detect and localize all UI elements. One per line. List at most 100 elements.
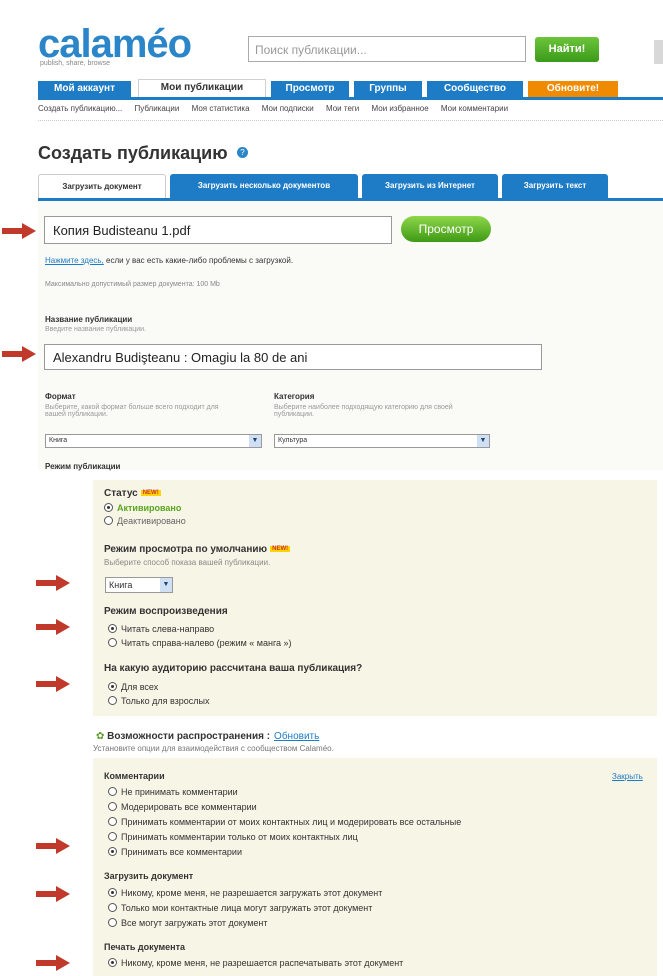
subnav-create[interactable]: Создать публикацию... — [38, 104, 122, 113]
subnav-publications[interactable]: Публикации — [134, 104, 179, 113]
comments-option[interactable]: Не принимать комментарии — [108, 787, 238, 797]
header-right-edge — [654, 40, 663, 64]
subnav-favorites[interactable]: Мои избранное — [372, 104, 429, 113]
tab-my-publications[interactable]: Мои публикации — [138, 79, 266, 97]
category-select[interactable]: Культура ▼ — [274, 434, 490, 448]
chevron-down-icon: ▼ — [477, 435, 489, 447]
playback-ltr[interactable]: Читать слева-направо — [108, 624, 214, 634]
status-label: Статус NEW! — [104, 488, 161, 499]
format-value: Книга — [49, 437, 68, 444]
status-inactive[interactable]: Деактивировано — [104, 516, 186, 526]
help-text: если у вас есть какие-либо проблемы с за… — [103, 256, 294, 265]
tab-upload-internet[interactable]: Загрузить из Интернет — [362, 174, 498, 198]
help-icon[interactable]: ? — [237, 147, 248, 158]
subnav-tags[interactable]: Мои теги — [326, 104, 359, 113]
category-hint: Выберите наиболее подходящую категорию д… — [274, 404, 453, 418]
logo-tagline: publish, share, browse — [40, 60, 111, 67]
divider — [38, 120, 663, 122]
format-select[interactable]: Книга ▼ — [45, 434, 262, 448]
distribution-title: ✿ Возможности распространения : Обновить — [96, 731, 320, 742]
file-input[interactable]: Копия Budisteanu 1.pdf — [44, 216, 392, 244]
browse-button[interactable]: Просмотр — [401, 216, 491, 242]
category-value: Культура — [278, 437, 308, 444]
tab-upload-text[interactable]: Загрузить текст — [502, 174, 608, 198]
download-option[interactable]: Только мои контактные лица могут загружа… — [108, 903, 372, 913]
view-hint: Выберите способ показа вашей публикации. — [104, 558, 271, 567]
comments-option[interactable]: Принимать все комментарии — [108, 847, 242, 857]
radio-icon — [108, 787, 117, 796]
radio-icon — [108, 638, 117, 647]
playback-rtl[interactable]: Читать справа-налево (режим « манга ») — [108, 638, 292, 648]
tab-community[interactable]: Сообщество — [427, 81, 523, 97]
upload-help: Нажмите здесь, если у вас есть какие-либ… — [45, 256, 293, 265]
print-label: Печать документа — [104, 942, 186, 952]
radio-icon — [108, 832, 117, 841]
people-icon: ✿ — [96, 731, 105, 742]
tab-my-account[interactable]: Мой аккаунт — [38, 81, 131, 97]
radio-icon — [108, 682, 117, 691]
audience-label: На какую аудиторию рассчитана ваша публи… — [104, 663, 363, 674]
view-label: Режим просмотра по умолчанию NEW! — [104, 544, 291, 555]
name-hint: Введите название публикации. — [45, 326, 146, 333]
radio-icon — [108, 817, 117, 826]
arrow-marker — [36, 886, 70, 902]
tab-groups[interactable]: Группы — [354, 81, 422, 97]
mode-label: Режим публикации — [45, 462, 121, 471]
radio-icon — [108, 958, 117, 967]
audience-all[interactable]: Для всех — [108, 682, 158, 692]
arrow-marker — [36, 676, 70, 692]
chevron-down-icon: ▼ — [160, 578, 172, 592]
download-label: Загрузить документ — [104, 871, 194, 881]
help-link[interactable]: Нажмите здесь, — [45, 256, 104, 265]
distribution-subtitle: Установите опции для взаимодействия с со… — [93, 744, 334, 753]
update-link[interactable]: Обновить — [274, 731, 319, 742]
new-badge: NEW! — [270, 546, 291, 552]
audience-adults[interactable]: Только для взрослых — [108, 696, 210, 706]
subnav-subscriptions[interactable]: Мои подписки — [262, 104, 314, 113]
arrow-marker — [2, 346, 36, 362]
arrow-marker — [36, 619, 70, 635]
arrow-marker — [36, 838, 70, 854]
radio-icon — [104, 503, 113, 512]
page-title: Создать публикацию — [38, 143, 228, 163]
nav-underline — [38, 97, 663, 100]
view-value: Книга — [109, 580, 133, 590]
radio-icon — [108, 903, 117, 912]
radio-icon — [108, 918, 117, 927]
comments-option[interactable]: Модерировать все комментарии — [108, 802, 257, 812]
close-link[interactable]: Закрыть — [612, 772, 643, 781]
search-button[interactable]: Найти! — [535, 37, 599, 62]
comments-option[interactable]: Принимать комментарии только от моих кон… — [108, 832, 358, 842]
arrow-marker — [36, 955, 70, 971]
radio-icon — [108, 696, 117, 705]
publication-name-field[interactable]: Alexandru Budişteanu : Omagiu la 80 de a… — [44, 344, 542, 370]
name-label: Название публикации — [45, 315, 133, 324]
tab-upload-document[interactable]: Загрузить документ — [38, 174, 166, 198]
status-active[interactable]: Активировано — [104, 503, 181, 513]
radio-icon — [108, 624, 117, 633]
comments-label: Комментарии — [104, 771, 165, 781]
sub-nav: Создать публикацию... Публикации Моя ста… — [38, 104, 663, 113]
category-label: Категория — [274, 392, 315, 401]
subnav-statistics[interactable]: Моя статистика — [192, 104, 250, 113]
chevron-down-icon: ▼ — [249, 435, 261, 447]
radio-icon — [108, 802, 117, 811]
format-label: Формат — [45, 392, 76, 401]
download-option[interactable]: Все могут загружать этот документ — [108, 918, 268, 928]
radio-icon — [108, 847, 117, 856]
download-option[interactable]: Никому, кроме меня, не разрешается загру… — [108, 888, 382, 898]
tab-browse[interactable]: Просмотр — [271, 81, 349, 97]
arrow-marker — [36, 575, 70, 591]
tab-upgrade[interactable]: Обновите! — [528, 81, 618, 97]
playback-label: Режим воспроизведения — [104, 606, 228, 617]
radio-icon — [108, 888, 117, 897]
search-input[interactable]: Поиск публикации... — [248, 36, 526, 62]
radio-icon — [104, 516, 113, 525]
tab-upload-multiple[interactable]: Загрузить несколько документов — [170, 174, 358, 198]
subnav-comments[interactable]: Мои комментарии — [441, 104, 508, 113]
print-option[interactable]: Никому, кроме меня, не разрешается распе… — [108, 958, 403, 968]
view-select[interactable]: Книга ▼ — [105, 577, 173, 593]
new-badge: NEW! — [140, 490, 161, 496]
comments-option[interactable]: Принимать комментарии от моих контактных… — [108, 817, 461, 827]
arrow-marker — [2, 223, 36, 239]
